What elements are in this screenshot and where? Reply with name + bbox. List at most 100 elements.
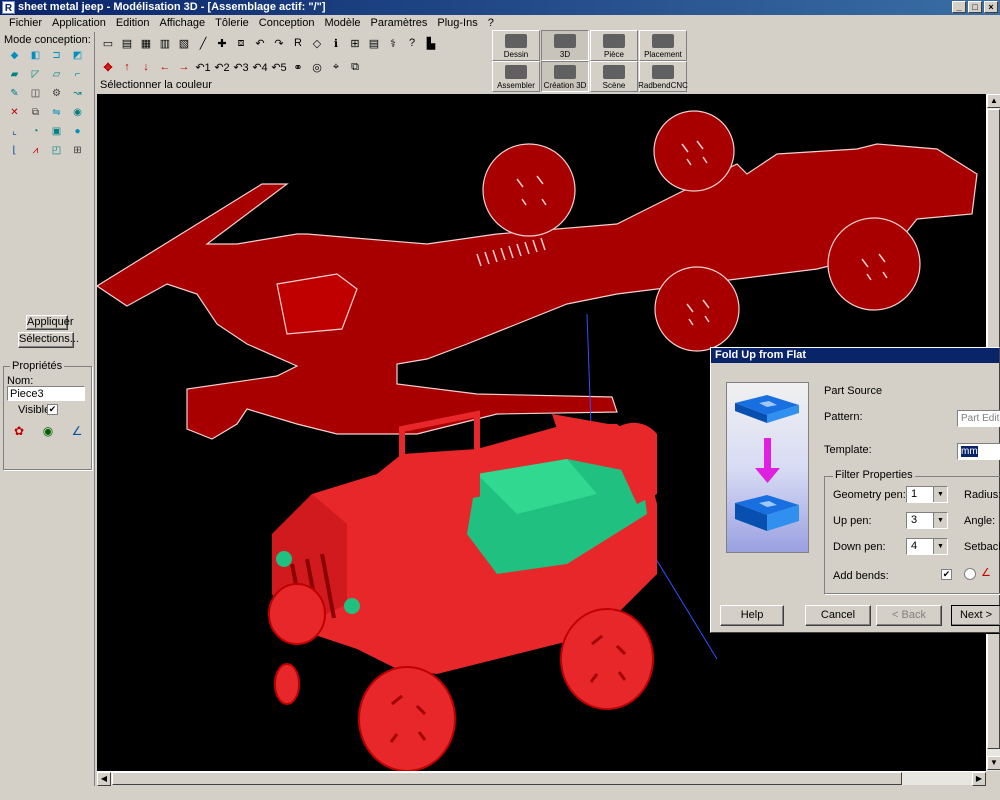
tool-box[interactable]: ◆ [5,46,24,64]
pattern-input[interactable]: Part Edit [957,410,1000,427]
help-button[interactable]: Help [720,605,784,626]
menu-mod-le[interactable]: Modèle [319,16,365,31]
template-input[interactable]: mm [957,443,1000,460]
move-icon[interactable]: ✥ [99,58,117,76]
menu-t-lerie[interactable]: Tôlerie [210,16,254,31]
tool-tube[interactable]: ◔ [26,122,45,140]
tool-diagonal[interactable]: ◸ [26,65,45,83]
scroll-up-icon[interactable]: ▲ [987,94,1000,108]
visibility-eye-icon[interactable]: ◉ [38,422,58,440]
horizontal-scroll-thumb[interactable] [112,772,902,785]
tool-delete[interactable]: ✕ [5,103,24,121]
menu-plug-ins[interactable]: Plug-Ins [432,16,482,31]
horizontal-scrollbar[interactable]: ◀ ▶ [97,771,986,786]
tool-hem[interactable]: ⊐ [47,46,66,64]
chevron-down-icon[interactable]: ▼ [933,513,947,528]
chevron-down-icon[interactable]: ▼ [933,487,947,502]
info-icon[interactable]: ℹ [327,34,345,52]
chevron-down-icon[interactable]: ▼ [933,539,947,554]
geometry-pen-select[interactable]: 1 ▼ [906,486,948,503]
add-bends-checkbox[interactable]: ✔ [941,569,952,580]
close-button[interactable]: × [984,1,998,13]
visible-checkbox[interactable]: ✔ [47,404,58,415]
tab-placement[interactable]: Placement [639,30,687,61]
tool-curve[interactable]: ↝ [68,84,87,102]
menu-affichage[interactable]: Affichage [154,16,210,31]
scroll-right-icon[interactable]: ▶ [972,772,986,786]
tab-part[interactable]: Pièce [590,30,638,61]
wand-icon[interactable]: ⚕ [384,34,402,52]
arrow-up-icon[interactable]: ↑ [118,58,136,76]
tool-pencil[interactable]: ✎ [5,84,24,102]
menu-param-tres[interactable]: Paramètres [366,16,433,31]
tool-bend[interactable]: ⌐ [68,65,87,83]
target-icon[interactable]: ◎ [308,58,326,76]
link-icon[interactable]: ⚭ [289,58,307,76]
tab-camera[interactable]: Scène [590,61,638,92]
arrow-down-icon[interactable]: ↓ [137,58,155,76]
grid-icon[interactable]: ⊞ [346,34,364,52]
undo-icon[interactable]: ↶ [251,34,269,52]
cancel-button[interactable]: Cancel [805,605,871,626]
apply-button[interactable]: Appliquer [26,315,73,330]
minimize-button[interactable]: _ [952,1,966,13]
sheet2-icon[interactable]: ▤ [365,34,383,52]
tool-eye[interactable]: ◉ [68,103,87,121]
step2-icon[interactable]: ↶2 [213,58,231,76]
menu-application[interactable]: Application [47,16,111,31]
shapes-icon[interactable]: ⧈ [232,34,250,52]
menu-edition[interactable]: Edition [111,16,155,31]
print-icon[interactable]: ▥ [156,34,174,52]
tool-profile[interactable]: ⌊ [5,141,24,159]
book-icon[interactable]: ▙ [422,34,440,52]
snap-icon[interactable]: ⌖ [327,58,345,76]
name-input[interactable] [7,386,85,401]
help-pointer-icon[interactable]: ? [403,34,421,52]
tab-drawing[interactable]: Dessin [492,30,540,61]
step1-icon[interactable]: ↶1 [194,58,212,76]
tool-hat[interactable]: ⩘ [26,141,45,159]
maximize-button[interactable]: □ [968,1,982,13]
tool-gear[interactable]: ⚙ [47,84,66,102]
tool-box3d[interactable]: ◰ [47,141,66,159]
open-icon[interactable]: ▤ [118,34,136,52]
preview-icon[interactable]: ▧ [175,34,193,52]
scroll-left-icon[interactable]: ◀ [97,772,111,786]
tool-table[interactable]: ⊞ [68,141,87,159]
tab-cnc[interactable]: RadbendCNC [638,61,688,92]
menu-fichier[interactable]: Fichier [4,16,47,31]
r-icon[interactable]: R [289,34,307,52]
axis-icon[interactable]: ∠ [67,422,87,440]
tool-plane[interactable]: ▱ [47,65,66,83]
line-icon[interactable]: ╱ [194,34,212,52]
tab-assemble[interactable]: Assembler [492,61,540,92]
step3-icon[interactable]: ↶3 [232,58,250,76]
bend-option-radio[interactable] [964,568,976,580]
menu-help[interactable]: ? [483,16,499,31]
tool-cut[interactable]: ◩ [68,46,87,64]
back-button[interactable]: < Back [876,605,942,626]
save-icon[interactable]: ▦ [137,34,155,52]
color-wheel-icon[interactable]: ✿ [9,422,29,440]
step4-icon[interactable]: ↶4 [251,58,269,76]
tool-sheet[interactable]: ▰ [5,65,24,83]
new-icon[interactable]: ▭ [99,34,117,52]
arrow-left-icon[interactable]: ← [156,58,174,76]
redo-icon[interactable]: ↷ [270,34,288,52]
scroll-down-icon[interactable]: ▼ [987,756,1000,770]
tool-dot[interactable]: ● [68,122,87,140]
tool-flange[interactable]: ◧ [26,46,45,64]
menu-conception[interactable]: Conception [254,16,320,31]
tool-mirror[interactable]: ⇋ [47,103,66,121]
tool-corner[interactable]: ⌞ [5,122,24,140]
pin-icon[interactable]: ✚ [213,34,231,52]
tab-3d[interactable]: 3D [541,30,589,61]
diamond-icon[interactable]: ◇ [308,34,326,52]
next-button[interactable]: Next > [951,605,1000,626]
tab-create3d[interactable]: Création 3D [541,61,589,92]
arrow-right-icon[interactable]: → [175,58,193,76]
selections-button[interactable]: Sélections... [18,332,79,348]
tool-boxes[interactable]: ◫ [26,84,45,102]
tool-cube[interactable]: ▣ [47,122,66,140]
up-pen-select[interactable]: 3 ▼ [906,512,948,529]
